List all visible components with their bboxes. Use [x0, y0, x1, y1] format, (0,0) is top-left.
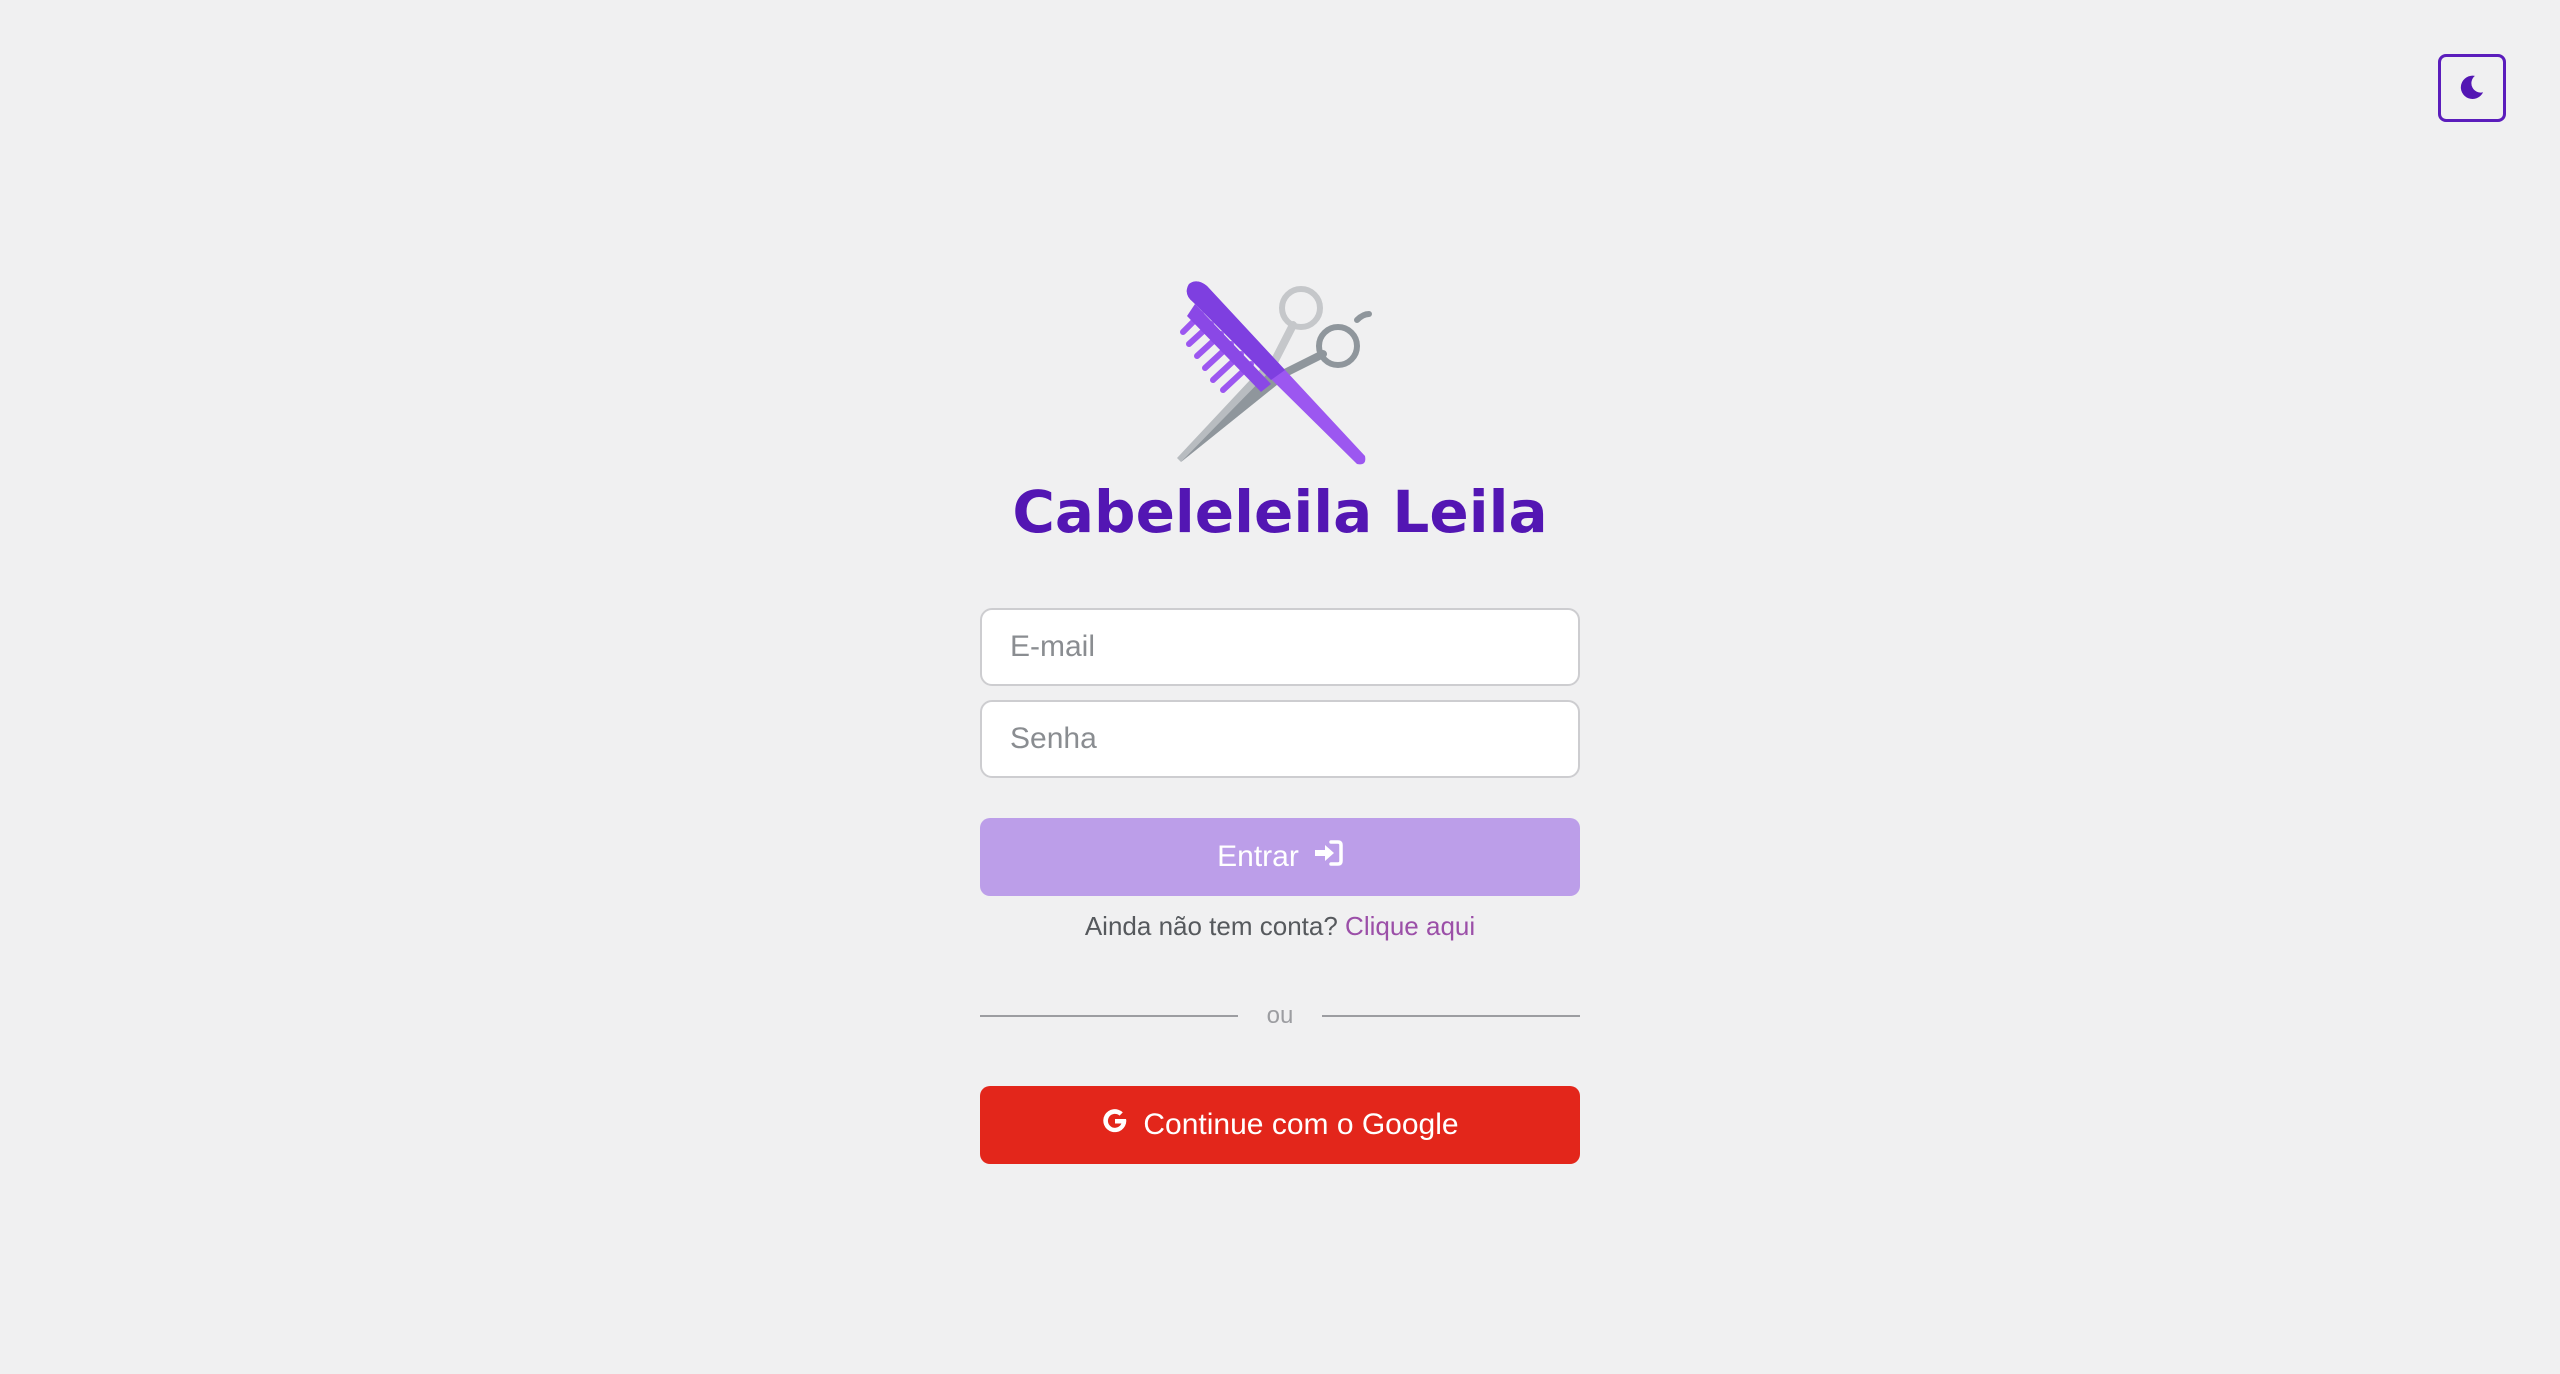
divider-line-right — [1322, 1015, 1580, 1017]
email-input[interactable] — [980, 608, 1580, 686]
signup-prompt-text: Ainda não tem conta? — [1084, 911, 1338, 941]
login-button-label: Entrar — [1217, 840, 1299, 873]
divider-line-left — [980, 1015, 1238, 1017]
moon-icon — [2458, 73, 2486, 104]
brand-title: Cabeleleila Leila — [1012, 478, 1548, 546]
login-page: Cabeleleila Leila Entrar Ainda não tem c… — [0, 0, 2560, 1374]
theme-toggle-button[interactable] — [2438, 54, 2506, 122]
password-input[interactable] — [980, 700, 1580, 778]
signup-prompt-line: Ainda não tem conta? Clique aqui — [980, 911, 1580, 942]
google-signin-button[interactable]: Continue com o Google — [980, 1086, 1580, 1164]
login-button[interactable]: Entrar — [980, 818, 1580, 896]
google-icon — [1101, 1107, 1129, 1143]
google-button-label: Continue com o Google — [1143, 1108, 1459, 1141]
divider-label: ou — [1266, 1002, 1294, 1029]
or-divider: ou — [980, 998, 1580, 1034]
sign-in-icon — [1313, 840, 1343, 874]
signup-link[interactable]: Clique aqui — [1345, 911, 1475, 941]
comb-and-scissors-icon — [1175, 280, 1375, 470]
